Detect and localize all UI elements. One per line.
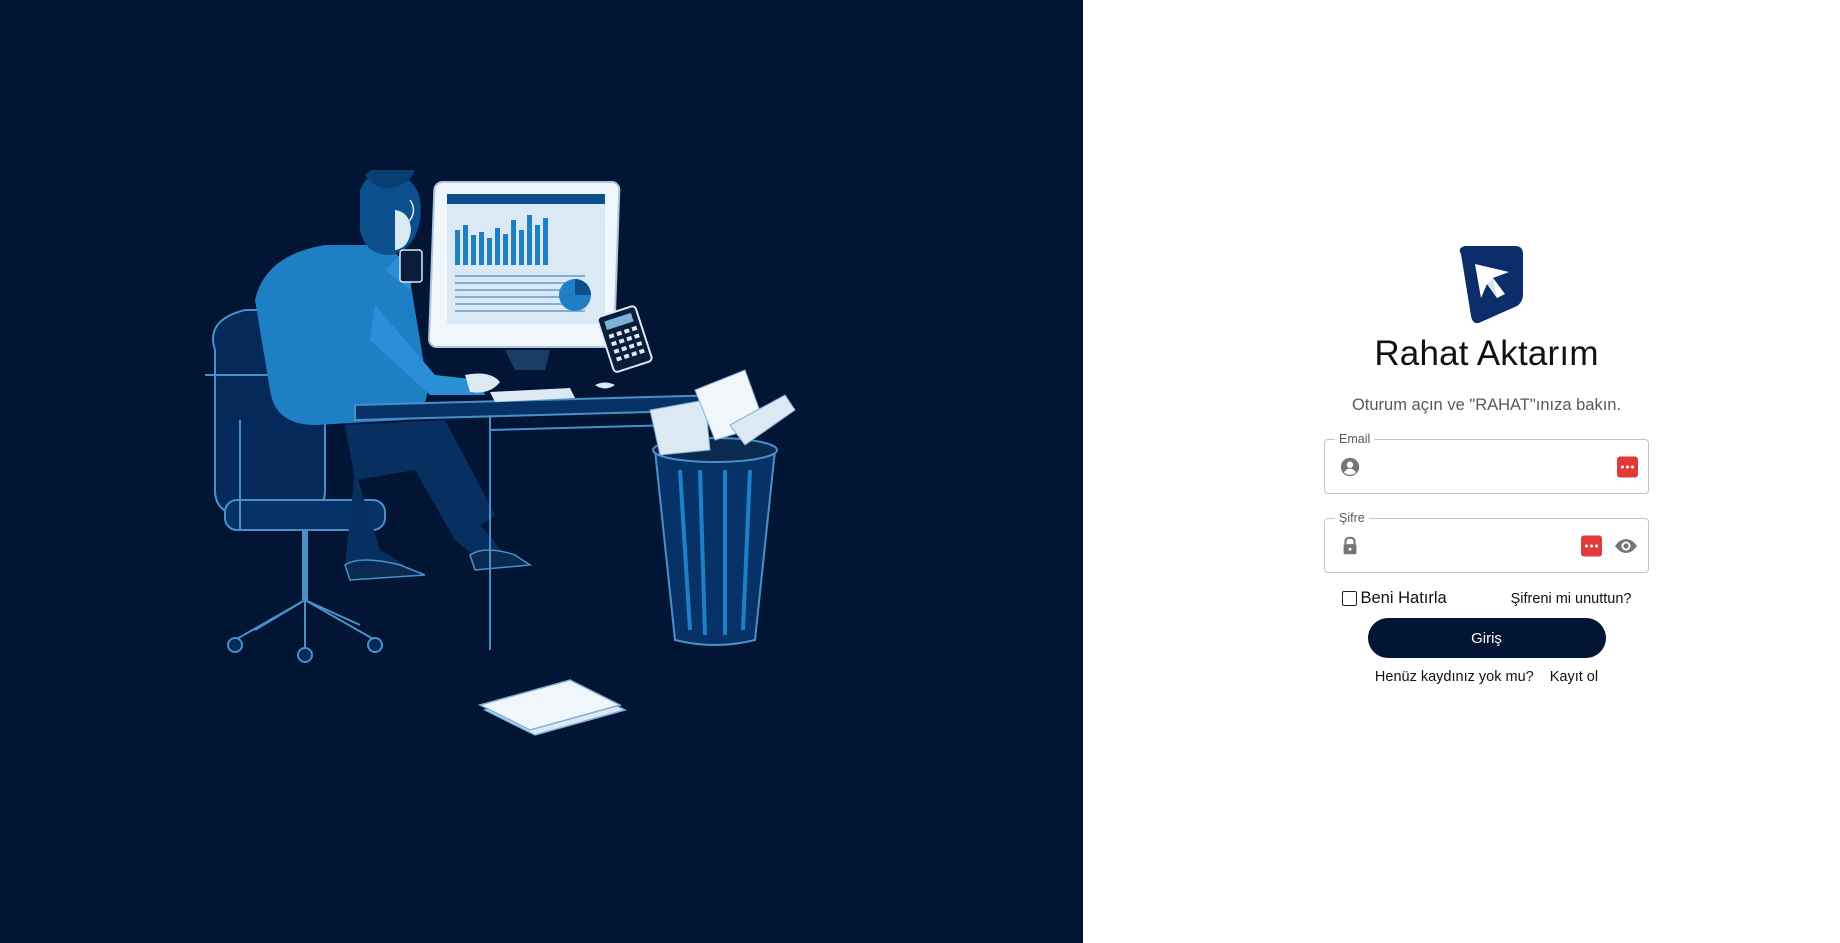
password-field[interactable]: Şifre xyxy=(1324,510,1649,573)
app-title: Rahat Aktarım xyxy=(1374,334,1599,373)
eye-icon[interactable] xyxy=(1614,534,1638,558)
illustration-panel xyxy=(0,0,1083,943)
password-input[interactable] xyxy=(1373,531,1568,563)
calculator-illustration xyxy=(596,305,653,373)
login-button[interactable]: Giriş xyxy=(1367,618,1606,658)
lock-icon xyxy=(1343,536,1357,554)
email-field[interactable]: Email xyxy=(1324,431,1649,494)
register-row: Henüz kaydınız yok mu? Kayıt ol xyxy=(1375,669,1598,685)
login-subtitle: Oturum açın ve "RAHAT"ınıza bakın. xyxy=(1351,396,1622,414)
login-panel: Rahat Aktarım Oturum açın ve "RAHAT"ınız… xyxy=(1083,0,1840,943)
password-label: Şifre xyxy=(1335,510,1369,526)
computer-monitor-illustration xyxy=(428,181,621,370)
remember-me-label: Beni Hatırla xyxy=(1360,589,1447,607)
remember-me-checkbox[interactable] xyxy=(1341,591,1357,606)
login-options-row: Beni Hatırla Şifreni mi unuttun? xyxy=(1341,589,1632,608)
password-manager-icon[interactable] xyxy=(1617,456,1638,477)
email-label: Email xyxy=(1335,431,1375,447)
register-link[interactable]: Kayıt ol xyxy=(1550,669,1598,685)
login-page: Rahat Aktarım Oturum açın ve "RAHAT"ınız… xyxy=(0,0,1840,943)
paper-stack-illustration xyxy=(477,679,628,736)
trash-bin-illustration xyxy=(649,369,796,646)
forgot-password-link[interactable]: Şifreni mi unuttun? xyxy=(1511,591,1632,607)
login-form: Rahat Aktarım Oturum açın ve "RAHAT"ınız… xyxy=(1323,244,1650,685)
account-circle-icon xyxy=(1340,457,1360,476)
paper-plane-logo-icon xyxy=(1459,246,1523,324)
office-worker-illustration xyxy=(205,170,796,736)
mouse-illustration xyxy=(595,382,615,389)
remember-me-toggle[interactable]: Beni Hatırla xyxy=(1341,589,1447,608)
password-manager-icon[interactable] xyxy=(1581,535,1602,556)
no-account-text: Henüz kaydınız yok mu? xyxy=(1374,669,1534,685)
email-input[interactable] xyxy=(1373,452,1568,484)
